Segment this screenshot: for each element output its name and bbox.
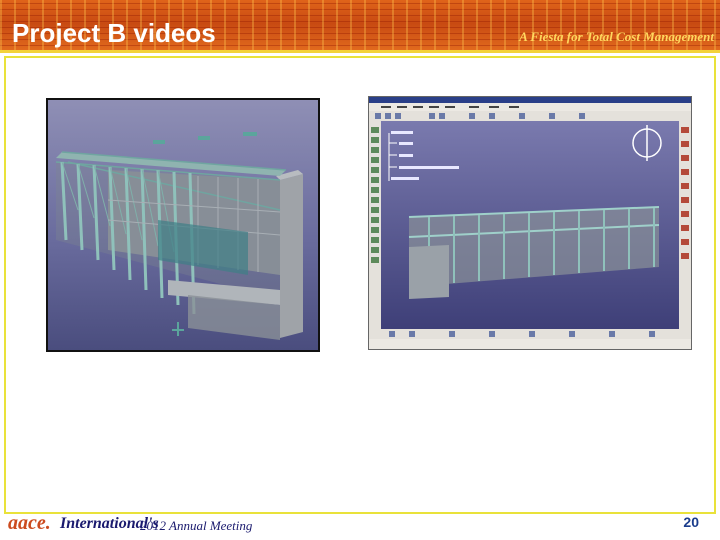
catia-screenshot-image	[368, 96, 692, 350]
structure-3d-model-image	[46, 98, 320, 352]
steel-frame-rendering-icon	[48, 100, 318, 350]
slide-tagline: A Fiesta for Total Cost Management	[519, 29, 714, 44]
header-divider	[0, 50, 720, 53]
aace-logo: aace.	[8, 512, 51, 534]
slide-title: Project B videos	[12, 18, 216, 48]
cad-application-window-icon	[369, 97, 691, 349]
page-number: 20	[683, 514, 699, 530]
slide-header-band: Project B videos A Fiesta for Total Cost…	[0, 0, 720, 52]
annual-meeting-label: 2012 Annual Meeting	[140, 518, 253, 533]
